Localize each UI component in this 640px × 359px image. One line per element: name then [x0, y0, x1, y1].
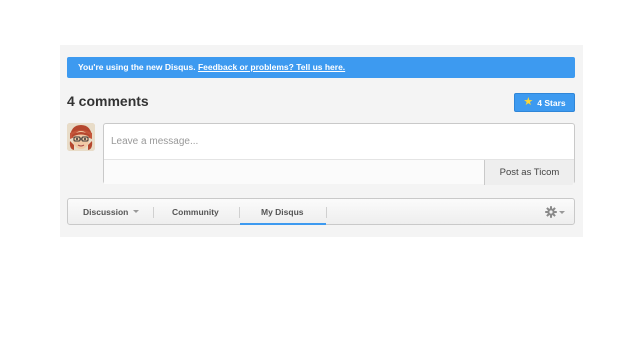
active-tab-indicator: [240, 223, 326, 225]
comment-count: 4 comments: [67, 93, 149, 109]
stars-button[interactable]: ★ 4 Stars: [514, 93, 575, 112]
chevron-down-icon: [133, 210, 140, 213]
notice-banner: You're using the new Disqus. Feedback or…: [67, 57, 575, 78]
disqus-panel: You're using the new Disqus. Feedback or…: [60, 45, 583, 237]
composer-toolbar: Post as Ticom: [104, 159, 574, 185]
tab-discussion[interactable]: Discussion: [83, 199, 140, 224]
stars-label: 4 Stars: [537, 97, 566, 108]
tab-my-disqus[interactable]: My Disqus: [261, 199, 304, 224]
message-input[interactable]: [104, 124, 574, 158]
feedback-link[interactable]: Feedback or problems? Tell us here.: [198, 62, 345, 72]
discussion-nav: Discussion Community My Disqus: [67, 198, 575, 225]
settings-menu-button[interactable]: [545, 204, 565, 220]
gear-icon: [545, 206, 557, 218]
tab-community-label: Community: [172, 206, 219, 217]
tab-discussion-label: Discussion: [83, 206, 129, 217]
post-button[interactable]: Post as Ticom: [484, 160, 574, 185]
avatar[interactable]: [67, 123, 95, 151]
comment-composer: Post as Ticom: [103, 123, 575, 185]
banner-text: You're using the new Disqus.: [78, 62, 196, 72]
star-icon: ★: [523, 96, 534, 108]
tab-community[interactable]: Community: [172, 199, 219, 224]
tab-divider: [153, 207, 154, 218]
avatar-image: [67, 123, 95, 151]
tab-divider: [239, 207, 240, 218]
chevron-down-icon: [559, 210, 565, 214]
tab-divider: [326, 207, 327, 218]
tab-my-disqus-label: My Disqus: [261, 206, 304, 217]
